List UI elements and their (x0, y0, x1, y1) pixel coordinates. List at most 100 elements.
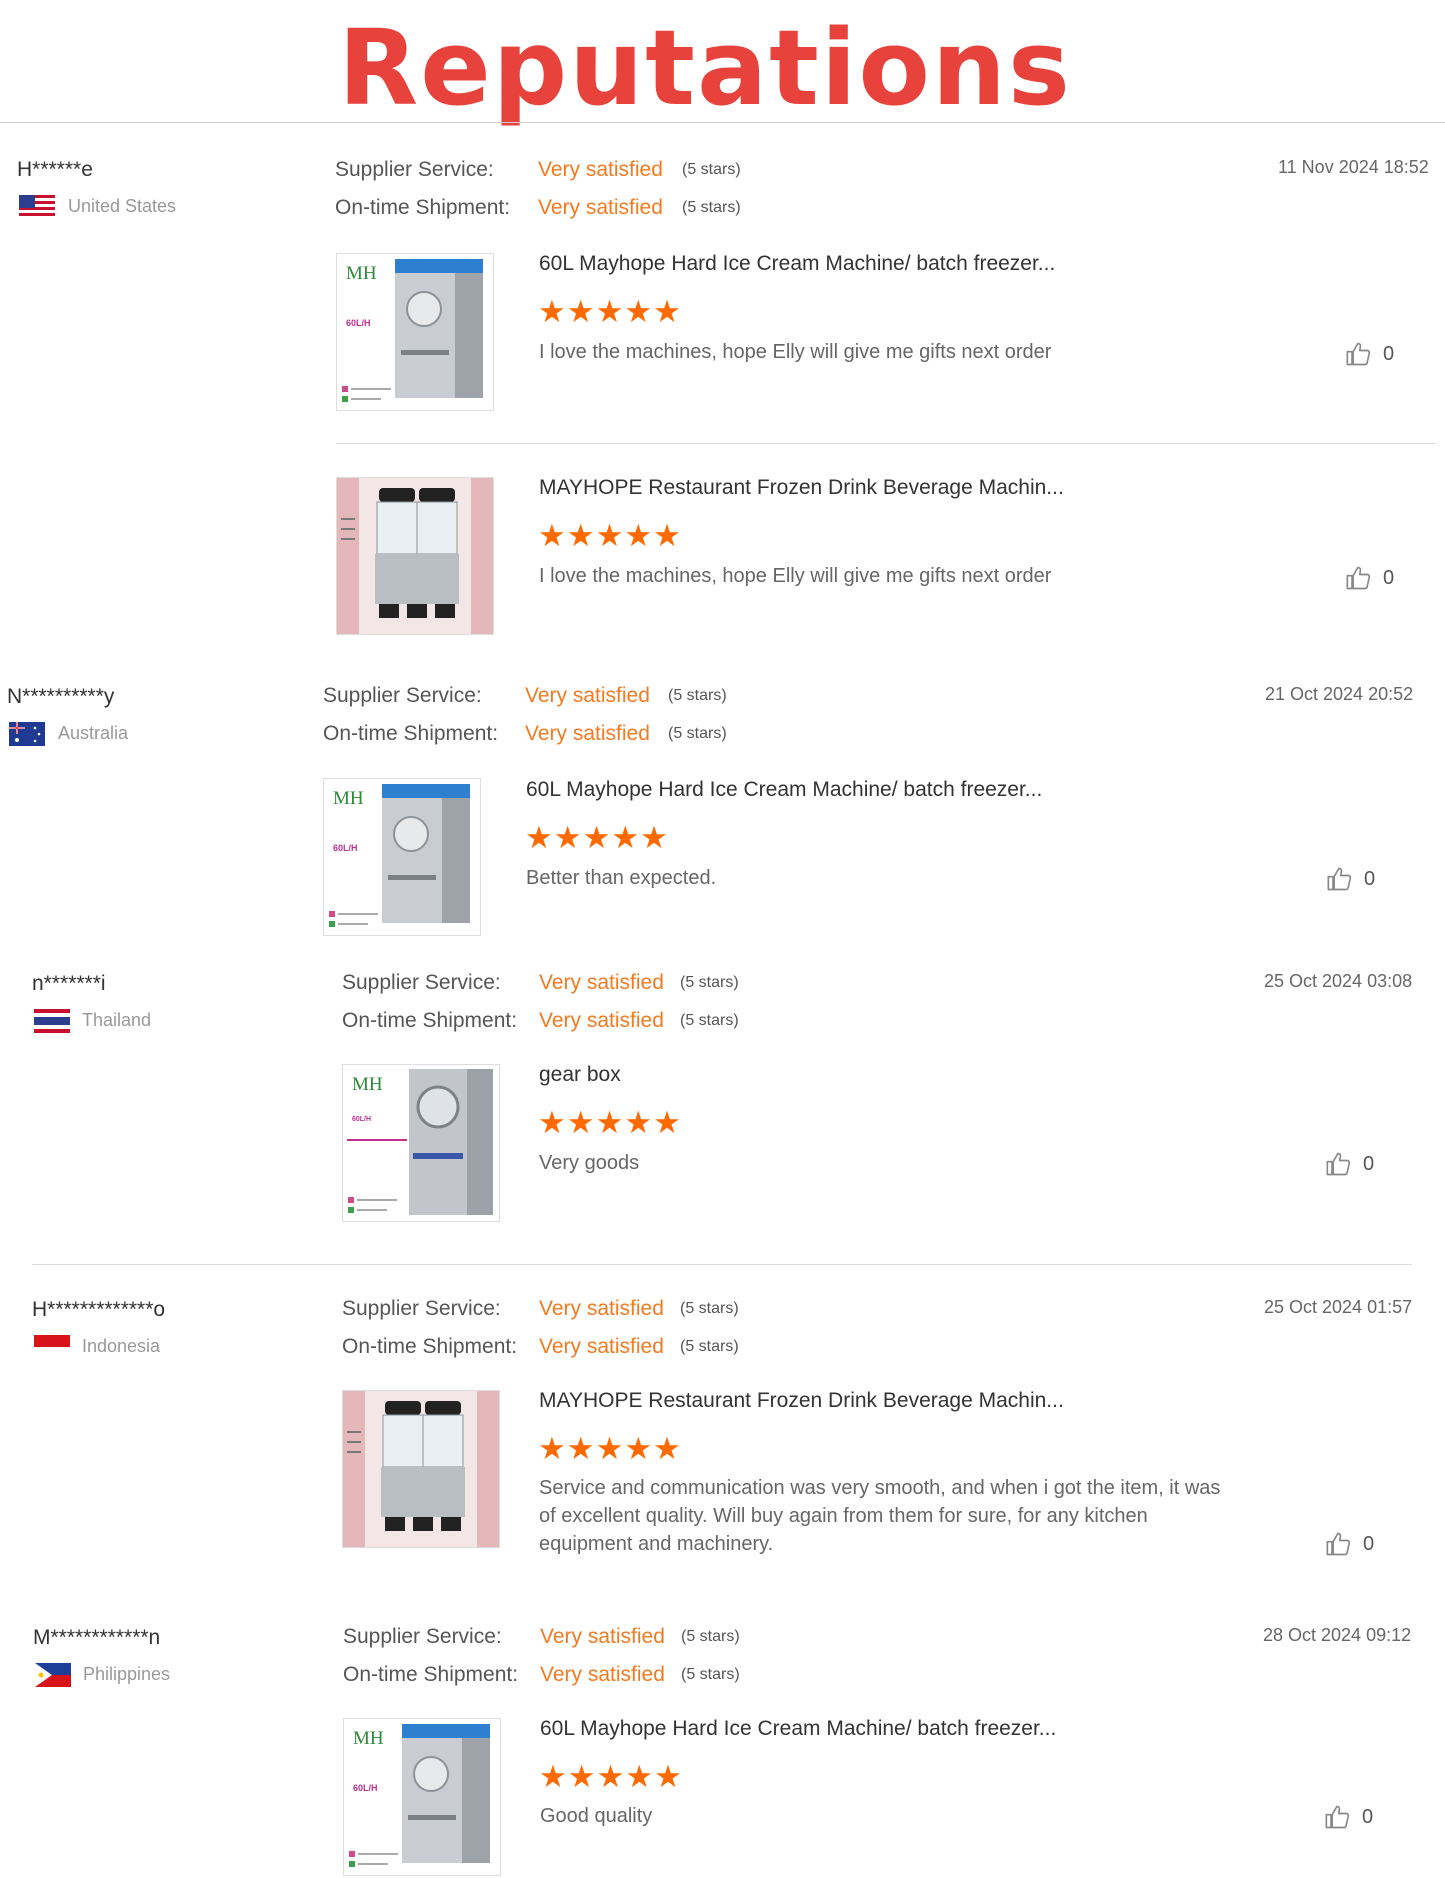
ontime-shipment-label: On-time Shipment: (342, 1009, 518, 1032)
ontime-shipment-value: Very satisfied (540, 1663, 665, 1686)
product-title[interactable]: gear box (539, 1063, 621, 1087)
product-thumbnail[interactable]: MH 60L/H (342, 1064, 500, 1222)
like-button[interactable]: 0 (1345, 340, 1394, 368)
supplier-service-stars: (5 stars) (680, 974, 739, 991)
thumbs-up-icon (1326, 1532, 1351, 1556)
review-divider (32, 1264, 1412, 1265)
supplier-service-stars: (5 stars) (682, 161, 741, 178)
svg-text:60L/H: 60L/H (333, 843, 358, 853)
supplier-service-value: Very satisfied (539, 1297, 664, 1320)
ontime-shipment-label: On-time Shipment: (343, 1663, 519, 1686)
product-title[interactable]: MAYHOPE Restaurant Frozen Drink Beverage… (539, 1389, 1064, 1413)
review-date: 25 Oct 2024 01:57 (1264, 1297, 1413, 1317)
like-button[interactable]: 0 (1345, 564, 1394, 592)
supplier-service-value: Very satisfied (539, 971, 664, 994)
like-count: 0 (1364, 867, 1376, 890)
supplier-service-value: Very satisfied (525, 684, 650, 707)
product-thumbnail[interactable]: MH 60L/H (323, 778, 481, 936)
ontime-shipment-label: On-time Shipment: (342, 1335, 518, 1358)
reviewer-country: Australia (58, 723, 129, 743)
ontime-shipment-value: Very satisfied (525, 722, 650, 745)
reviewer-name: M************n (33, 1626, 161, 1649)
like-count: 0 (1363, 1532, 1375, 1555)
thumbs-up-icon (1346, 342, 1371, 366)
review-comment: I love the machines, hope Elly will give… (539, 565, 1052, 587)
like-button[interactable]: 0 (1326, 865, 1375, 893)
product-title[interactable]: MAYHOPE Restaurant Frozen Drink Beverage… (539, 476, 1064, 500)
ontime-shipment-value: Very satisfied (539, 1335, 664, 1358)
ontime-shipment-value: Very satisfied (539, 1009, 664, 1032)
svg-text:60L/H: 60L/H (353, 1783, 378, 1793)
review-date: 11 Nov 2024 18:52 (1278, 157, 1429, 177)
supplier-service-stars: (5 stars) (681, 1628, 740, 1645)
product-thumbnail[interactable]: MH 60L/H (343, 1718, 501, 1876)
like-button[interactable]: 0 (1325, 1150, 1374, 1178)
svg-text:60L/H: 60L/H (346, 318, 371, 328)
flag-th-icon (34, 1009, 70, 1033)
product-thumbnail[interactable]: MH 60L/H (336, 253, 494, 411)
reviewer-country: Indonesia (82, 1336, 161, 1356)
reviewer-name: H******e (17, 158, 93, 181)
thumbs-up-icon (1325, 1805, 1350, 1829)
review-comment: I love the machines, hope Elly will give… (539, 341, 1052, 363)
ontime-shipment-stars: (5 stars) (680, 1012, 739, 1029)
supplier-service-label: Supplier Service: (343, 1625, 502, 1648)
title-divider (0, 122, 1445, 123)
ice-cream-machine-icon: MH 60L/H (337, 254, 493, 410)
like-button[interactable]: 0 (1324, 1803, 1373, 1831)
supplier-service-label: Supplier Service: (342, 1297, 501, 1320)
review-comment: Better than expected. (526, 867, 717, 889)
rating-stars: ★★★★★ (539, 1759, 683, 1794)
page-title: Reputations (338, 7, 1072, 129)
svg-text:MH: MH (353, 1728, 384, 1749)
like-button[interactable]: 0 (1325, 1530, 1374, 1558)
ontime-shipment-label: On-time Shipment: (323, 722, 499, 745)
ontime-shipment-stars: (5 stars) (682, 199, 741, 216)
supplier-service-label: Supplier Service: (335, 158, 494, 181)
like-count: 0 (1363, 1152, 1375, 1175)
rating-stars: ★★★★★ (525, 820, 669, 855)
supplier-service-value: Very satisfied (540, 1625, 665, 1648)
svg-text:60L/H: 60L/H (352, 1116, 371, 1123)
ontime-shipment-stars: (5 stars) (680, 1338, 739, 1355)
slush-machine-icon (343, 1391, 499, 1547)
like-count: 0 (1383, 566, 1395, 589)
product-thumbnail[interactable] (336, 477, 494, 635)
product-title[interactable]: 60L Mayhope Hard Ice Cream Machine/ batc… (540, 1717, 1056, 1741)
review-comment: Service and communication was very smoot… (539, 1477, 1221, 1555)
svg-text:MH: MH (352, 1074, 383, 1095)
product-title[interactable]: 60L Mayhope Hard Ice Cream Machine/ batc… (526, 778, 1042, 802)
thumbs-up-icon (1327, 867, 1352, 891)
ontime-shipment-label: On-time Shipment: (335, 196, 511, 219)
review-date: 25 Oct 2024 03:08 (1264, 971, 1413, 991)
review-comment: Very goods (539, 1152, 640, 1174)
review-date: 21 Oct 2024 20:52 (1265, 684, 1414, 704)
ontime-shipment-value: Very satisfied (538, 196, 663, 219)
ontime-shipment-stars: (5 stars) (668, 725, 727, 742)
product-title[interactable]: 60L Mayhope Hard Ice Cream Machine/ batc… (539, 252, 1055, 276)
supplier-service-value: Very satisfied (538, 158, 663, 181)
ontime-shipment-stars: (5 stars) (681, 1666, 740, 1683)
like-count: 0 (1362, 1805, 1374, 1828)
flag-ph-icon (35, 1663, 71, 1687)
reviewer-name: n*******i (32, 972, 106, 995)
thumbs-up-icon (1346, 566, 1371, 590)
ice-cream-machine-icon: MH 60L/H (324, 779, 480, 935)
review-date: 28 Oct 2024 09:12 (1263, 1625, 1412, 1645)
product-thumbnail[interactable] (342, 1390, 500, 1548)
thumbs-up-icon (1326, 1152, 1351, 1176)
gelato-machine-icon: MH 60L/H (343, 1065, 499, 1221)
reviewer-name: H*************o (32, 1298, 166, 1321)
supplier-service-label: Supplier Service: (342, 971, 501, 994)
flag-id-icon (34, 1335, 70, 1359)
supplier-service-label: Supplier Service: (323, 684, 482, 707)
like-count: 0 (1383, 342, 1395, 365)
svg-text:MH: MH (346, 263, 377, 284)
flag-us-icon (19, 195, 55, 219)
reviewer-country: Thailand (82, 1010, 152, 1030)
reviewer-name: N**********y (7, 685, 115, 708)
supplier-service-stars: (5 stars) (680, 1300, 739, 1317)
svg-text:MH: MH (333, 788, 364, 809)
flag-au-icon (9, 722, 45, 746)
slush-machine-icon (337, 478, 493, 634)
